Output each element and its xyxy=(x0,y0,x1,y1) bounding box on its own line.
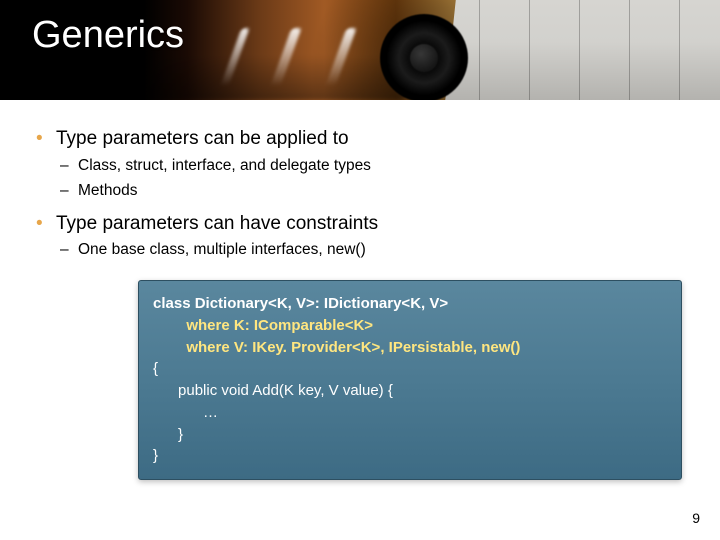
banner-wheel xyxy=(380,14,468,100)
code-line: { xyxy=(153,358,667,380)
page-number: 9 xyxy=(692,510,700,526)
title-banner: Generics xyxy=(0,0,720,100)
code-line: … xyxy=(153,402,667,424)
code-text: public void Add(K key, V value) { xyxy=(178,382,393,399)
slide-title: Generics xyxy=(32,14,184,57)
bullet-item: Type parameters can have constraints One… xyxy=(30,211,694,262)
code-text: { xyxy=(153,360,158,377)
code-example: class Dictionary<K, V>: IDictionary<K, V… xyxy=(138,280,682,480)
sub-bullet-item: Methods xyxy=(56,180,694,202)
code-text: class Dictionary<K, V>: IDictionary<K, V… xyxy=(153,295,448,312)
code-text: … xyxy=(203,404,218,421)
bullet-list: Type parameters can be applied to Class,… xyxy=(30,126,694,262)
code-line: } xyxy=(153,424,667,446)
code-line: where K: IComparable<K> xyxy=(153,315,667,337)
code-keyword: where V: IKey. Provider<K>, IPersistable… xyxy=(186,339,520,356)
code-line: where V: IKey. Provider<K>, IPersistable… xyxy=(153,337,667,359)
code-line: } xyxy=(153,445,667,467)
bullet-item: Type parameters can be applied to Class,… xyxy=(30,126,694,203)
code-keyword: where K: IComparable<K> xyxy=(186,317,373,334)
sub-bullet-list: Class, struct, interface, and delegate t… xyxy=(56,155,694,203)
sub-bullet-list: One base class, multiple interfaces, new… xyxy=(56,239,694,261)
code-line: public void Add(K key, V value) { xyxy=(153,380,667,402)
bullet-text: Type parameters can have constraints xyxy=(56,213,378,234)
code-text: } xyxy=(178,426,183,443)
code-text: } xyxy=(153,447,158,464)
sub-bullet-item: Class, struct, interface, and delegate t… xyxy=(56,155,694,177)
slide-body: Type parameters can be applied to Class,… xyxy=(0,100,720,262)
sub-bullet-item: One base class, multiple interfaces, new… xyxy=(56,239,694,261)
code-line: class Dictionary<K, V>: IDictionary<K, V… xyxy=(153,293,667,315)
bullet-text: Type parameters can be applied to xyxy=(56,128,349,149)
banner-truck-lines xyxy=(440,0,720,100)
